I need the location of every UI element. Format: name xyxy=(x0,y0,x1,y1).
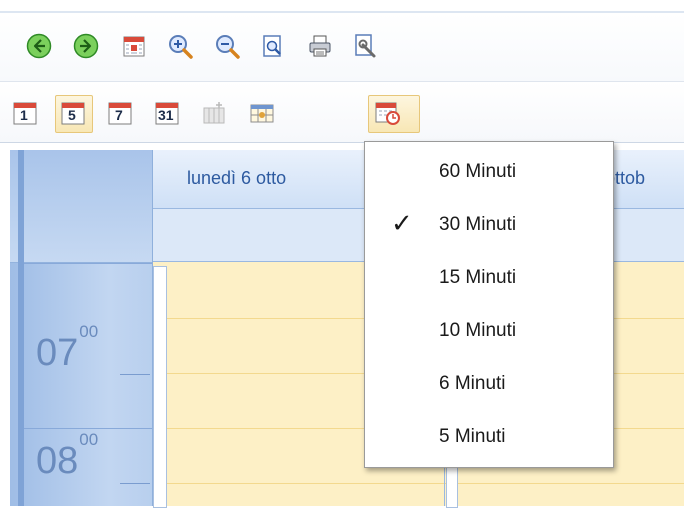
time-ruler-edge xyxy=(18,150,24,506)
zoom-out-icon xyxy=(216,35,240,59)
hour-label-07: 0700 xyxy=(36,322,98,375)
day-header-1[interactable]: lunedì 6 otto xyxy=(187,168,286,189)
day-view-button[interactable]: 1 xyxy=(8,96,42,130)
week-view-button[interactable]: 7 xyxy=(103,96,137,130)
day1-status-bar xyxy=(153,266,167,508)
arrow-left-circle-icon xyxy=(26,33,52,59)
menu-item-30-minutes[interactable]: ✓ 30 Minuti xyxy=(365,205,613,245)
week-view-label: 7 xyxy=(115,107,123,123)
hour-number: 08 xyxy=(36,440,79,482)
hour-label-08: 0800 xyxy=(36,430,98,483)
timeline-grid-icon xyxy=(203,102,225,124)
slot-line xyxy=(153,483,684,484)
print-preview-icon xyxy=(263,35,281,57)
today-button[interactable] xyxy=(117,29,151,63)
menu-item-label: 10 Minuti xyxy=(439,320,517,341)
main-toolbar xyxy=(0,13,684,82)
forward-button[interactable] xyxy=(69,29,103,63)
day-view-label: 1 xyxy=(20,107,28,123)
month-view-label: 31 xyxy=(158,107,174,123)
menu-item-10-minutes[interactable]: 10 Minuti xyxy=(365,311,613,351)
page-setup-icon xyxy=(355,34,376,58)
hour-number: 07 xyxy=(36,332,79,374)
printer-icon xyxy=(309,35,331,57)
time-scale-button[interactable] xyxy=(371,96,405,130)
checkmark-icon: ✓ xyxy=(391,209,413,239)
view-toolbar: 1 5 7 31 xyxy=(0,82,684,143)
menu-item-label: 30 Minuti xyxy=(439,214,517,235)
hour-separator xyxy=(24,428,152,429)
menu-item-6-minutes[interactable]: 6 Minuti xyxy=(365,364,613,404)
menu-item-5-minutes[interactable]: 5 Minuti xyxy=(365,417,613,457)
page-setup-button[interactable] xyxy=(349,29,383,63)
print-preview-button[interactable] xyxy=(256,29,290,63)
hour-minutes: 00 xyxy=(79,430,99,450)
zoom-in-button[interactable] xyxy=(163,29,197,63)
menu-item-15-minutes[interactable]: 15 Minuti xyxy=(365,258,613,298)
hour-minutes: 00 xyxy=(79,322,99,342)
calendar-clock-icon xyxy=(375,102,400,125)
resource-view-button[interactable] xyxy=(245,96,279,130)
print-button[interactable] xyxy=(303,29,337,63)
zoom-out-button[interactable] xyxy=(210,29,244,63)
workweek-view-label: 5 xyxy=(68,107,76,123)
menu-item-label: 6 Minuti xyxy=(439,373,506,394)
timeline-view-button[interactable] xyxy=(197,96,231,130)
menu-item-label: 60 Minuti xyxy=(439,161,517,182)
menu-item-label: 15 Minuti xyxy=(439,267,517,288)
resource-grid-icon xyxy=(250,104,274,123)
hour-separator xyxy=(24,263,152,264)
half-hour-tick xyxy=(120,374,150,375)
arrow-right-circle-icon xyxy=(73,33,99,59)
menu-item-label: 5 Minuti xyxy=(439,426,506,447)
zoom-in-icon xyxy=(169,35,193,59)
time-scale-menu: 60 Minuti ✓ 30 Minuti 15 Minuti 10 Minut… xyxy=(364,141,614,468)
month-view-button[interactable]: 31 xyxy=(150,96,184,130)
half-hour-tick xyxy=(120,483,150,484)
menu-item-60-minutes[interactable]: 60 Minuti xyxy=(365,152,613,192)
back-button[interactable] xyxy=(22,29,56,63)
time-ruler-header xyxy=(10,150,152,263)
workweek-view-button[interactable]: 5 xyxy=(56,96,90,130)
calendar-today-icon xyxy=(123,36,145,57)
